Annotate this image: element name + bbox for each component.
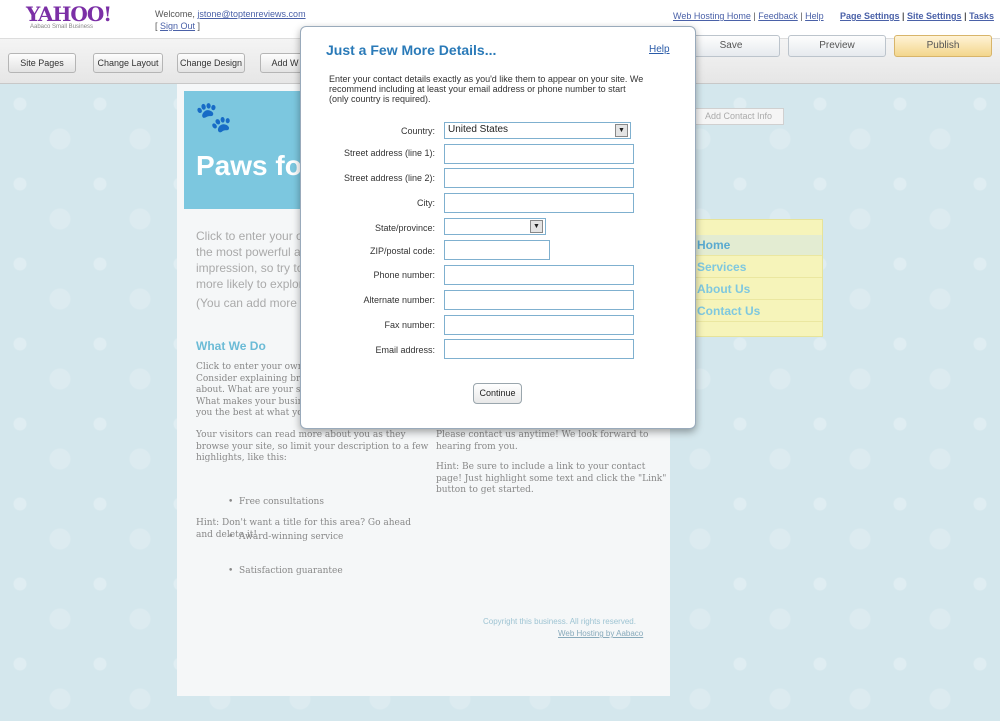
street2-label: Street address (line 2):	[343, 173, 435, 183]
change-layout-button[interactable]: Change Layout	[93, 53, 163, 73]
phone-label: Phone number:	[373, 270, 435, 280]
paw-icon: 🐾	[195, 101, 233, 134]
state-select[interactable]: ▼	[444, 218, 546, 235]
country-value: United States	[448, 124, 509, 135]
country-label: Country:	[400, 126, 435, 136]
hint-title-area[interactable]: Hint: Don't want a title for this area? …	[196, 518, 411, 541]
what-we-do-heading[interactable]: What We Do	[196, 339, 266, 353]
hint-contact-link[interactable]: Hint: Be sure to include a link to your …	[436, 462, 666, 497]
list-item: • Satisfaction guarantee	[228, 566, 343, 576]
page-settings-link[interactable]: Page Settings	[840, 11, 900, 21]
sign-out-link[interactable]: Sign Out	[160, 21, 195, 31]
preview-button[interactable]: Preview	[788, 35, 886, 57]
site-settings-link[interactable]: Site Settings	[907, 11, 962, 21]
what-we-do-body[interactable]: Click to enter your own c Consider expla…	[196, 362, 311, 420]
copyright-text: Copyright this business. All rights rese…	[483, 617, 636, 626]
dropdown-arrow-icon: ▼	[530, 220, 543, 233]
user-email-link[interactable]: jstone@toptenreviews.com	[197, 9, 305, 19]
top-links-left: Web Hosting Home | Feedback | Help	[673, 11, 824, 21]
nav-item-services[interactable]: Services	[694, 257, 822, 278]
dialog-title: Just a Few More Details...	[326, 42, 497, 58]
web-hosting-home-link[interactable]: Web Hosting Home	[673, 11, 751, 21]
hero-title[interactable]: Paws fo	[196, 150, 302, 182]
country-select[interactable]: United States ▼	[444, 122, 631, 139]
phone-input[interactable]	[444, 265, 634, 285]
logo-subtitle: Aabaco Small Business	[30, 24, 94, 30]
fax-input[interactable]	[444, 315, 634, 335]
fax-label: Fax number:	[384, 320, 435, 330]
street1-label: Street address (line 1):	[343, 148, 435, 158]
yahoo-logo[interactable]: YAHOO!	[26, 2, 112, 26]
dialog-help-link[interactable]: Help	[649, 44, 670, 55]
contact-details-dialog: Just a Few More Details... Help Enter yo…	[300, 26, 696, 429]
welcome-text: Welcome,	[155, 9, 195, 19]
street2-input[interactable]	[444, 168, 634, 188]
welcome-block: Welcome, jstone@toptenreviews.com [ Sign…	[155, 9, 306, 31]
dialog-description: Enter your contact details exactly as yo…	[329, 74, 644, 104]
zip-label: ZIP/postal code:	[369, 246, 435, 256]
visitors-text[interactable]: Your visitors can read more about you as…	[196, 430, 428, 465]
add-contact-info-button[interactable]: Add Contact Info	[693, 108, 784, 125]
tasks-link[interactable]: Tasks	[969, 11, 994, 21]
email-label: Email address:	[375, 345, 435, 355]
publish-button[interactable]: Publish	[894, 35, 992, 57]
zip-input[interactable]	[444, 240, 550, 260]
feedback-link[interactable]: Feedback	[758, 11, 798, 21]
contact-text[interactable]: Please contact us anytime! We look forwa…	[436, 430, 648, 453]
city-input[interactable]	[444, 193, 634, 213]
email-input[interactable]	[444, 339, 634, 359]
intro-note[interactable]: (You can add more t	[196, 296, 304, 310]
alternate-label: Alternate number:	[363, 295, 435, 305]
continue-button[interactable]: Continue	[473, 383, 522, 404]
state-label: State/province:	[374, 223, 435, 233]
city-label: City:	[417, 198, 435, 208]
top-links-right: Page Settings | Site Settings | Tasks	[840, 11, 994, 21]
street1-input[interactable]	[444, 144, 634, 164]
help-link[interactable]: Help	[805, 11, 824, 21]
site-pages-button[interactable]: Site Pages	[8, 53, 76, 73]
intro-text[interactable]: Click to enter your o the most powerful …	[196, 228, 303, 292]
dropdown-arrow-icon: ▼	[615, 124, 628, 137]
alternate-input[interactable]	[444, 290, 634, 310]
list-item: • Free consultations	[228, 497, 324, 507]
web-hosting-link[interactable]: Web Hosting by Aabaco	[558, 629, 643, 638]
nav-item-home[interactable]: Home	[694, 235, 822, 256]
nav-item-contact-us[interactable]: Contact Us	[694, 301, 822, 322]
change-design-button[interactable]: Change Design	[177, 53, 245, 73]
save-button[interactable]: Save	[682, 35, 780, 57]
site-navigation: Home Services About Us Contact Us	[693, 219, 823, 337]
nav-item-about-us[interactable]: About Us	[694, 279, 822, 300]
